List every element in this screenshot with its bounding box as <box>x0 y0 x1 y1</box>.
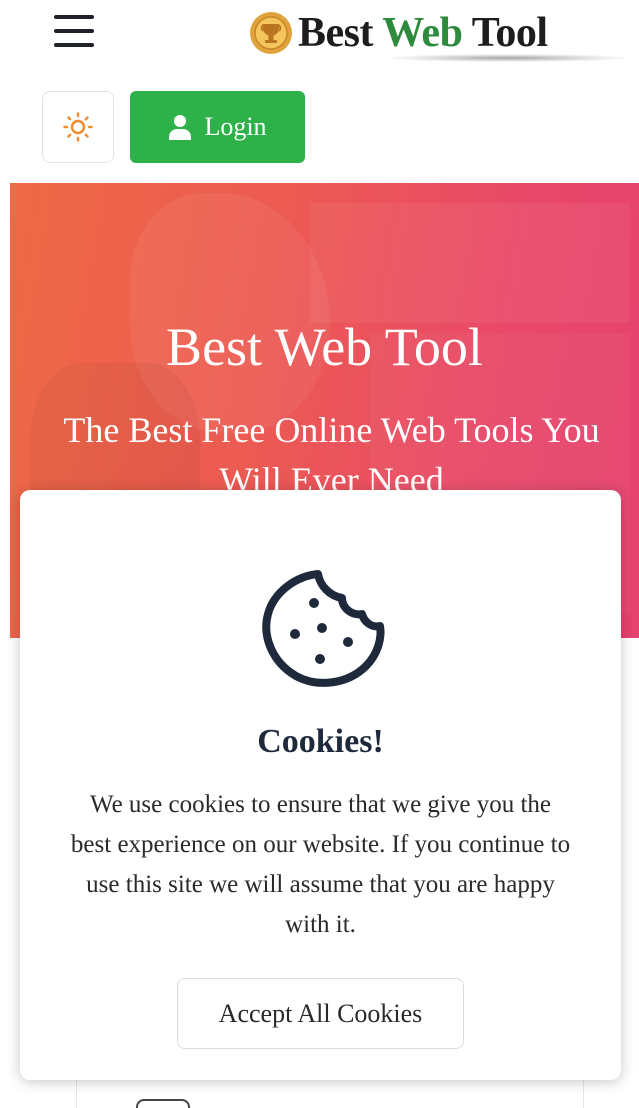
accept-all-cookies-button[interactable]: Accept All Cookies <box>177 978 464 1049</box>
menu-bar <box>54 15 94 19</box>
cookie-message: We use cookies to ensure that we give yo… <box>70 791 571 938</box>
user-icon <box>169 115 192 140</box>
cookie-consent-modal: Cookies! We use cookies to ensure that w… <box>20 490 621 1080</box>
hero-background-texture <box>310 203 630 323</box>
menu-bar <box>54 43 94 47</box>
login-button[interactable]: Login <box>130 91 305 163</box>
cookie-title: Cookies! <box>257 723 384 760</box>
page: Best Web Tool Login Best Web Tool The Be… <box>0 0 639 1108</box>
logo-swoosh <box>388 54 628 62</box>
login-label: Login <box>204 112 267 141</box>
tool-card-icon <box>136 1099 190 1108</box>
hamburger-menu-icon[interactable] <box>52 13 96 49</box>
cookie-icon <box>262 570 385 687</box>
menu-bar <box>54 29 94 33</box>
site-logo[interactable]: Best Web Tool <box>248 6 628 62</box>
logo-word-best: Best <box>298 10 374 56</box>
logo-text: Best Web Tool <box>298 10 548 56</box>
hero-title: Best Web Tool <box>166 317 483 377</box>
sun-icon <box>63 112 93 142</box>
logo-word-web: Web <box>382 10 463 56</box>
logo-word-tool: Tool <box>471 10 548 56</box>
trophy-medal-icon <box>250 12 292 54</box>
theme-toggle-button[interactable] <box>42 91 114 163</box>
